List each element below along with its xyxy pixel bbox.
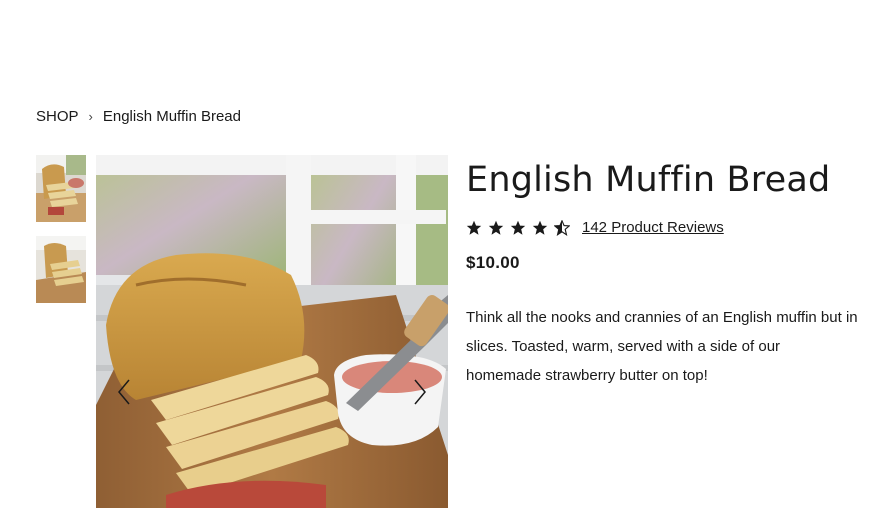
thumbnail-image[interactable] — [36, 155, 86, 222]
bread-thumbnail-image — [36, 236, 86, 303]
bread-photo — [96, 155, 448, 508]
star-icon — [466, 220, 482, 235]
star-icon — [488, 220, 504, 235]
breadcrumb-separator: › — [88, 109, 93, 124]
chevron-left-icon — [118, 379, 130, 405]
bread-thumbnail-image — [36, 155, 86, 222]
product-main-image — [96, 155, 448, 508]
product-info: English Muffin Bread 142 Product Reviews… — [466, 155, 866, 390]
product-rating: 142 Product Reviews — [466, 219, 866, 236]
star-icon — [510, 220, 526, 235]
previous-image-button[interactable] — [114, 377, 134, 407]
chevron-right-icon — [414, 379, 426, 405]
breadcrumb-current: English Muffin Bread — [102, 108, 241, 125]
product-title: English Muffin Bread — [466, 160, 831, 200]
next-image-button[interactable] — [410, 377, 430, 407]
star-icon — [532, 220, 548, 235]
product-reviews-link[interactable]: 142 Product Reviews — [582, 219, 724, 236]
product-price: $10.00 — [466, 253, 520, 272]
half-star-icon — [554, 219, 570, 236]
thumbnail-list — [36, 155, 86, 317]
star-rating[interactable] — [466, 219, 570, 236]
product-description: Think all the nooks and crannies of an E… — [466, 309, 858, 384]
breadcrumb: SHOP › English Muffin Bread — [36, 108, 241, 125]
breadcrumb-shop-link[interactable]: SHOP — [36, 108, 79, 125]
thumbnail-image[interactable] — [36, 236, 86, 303]
